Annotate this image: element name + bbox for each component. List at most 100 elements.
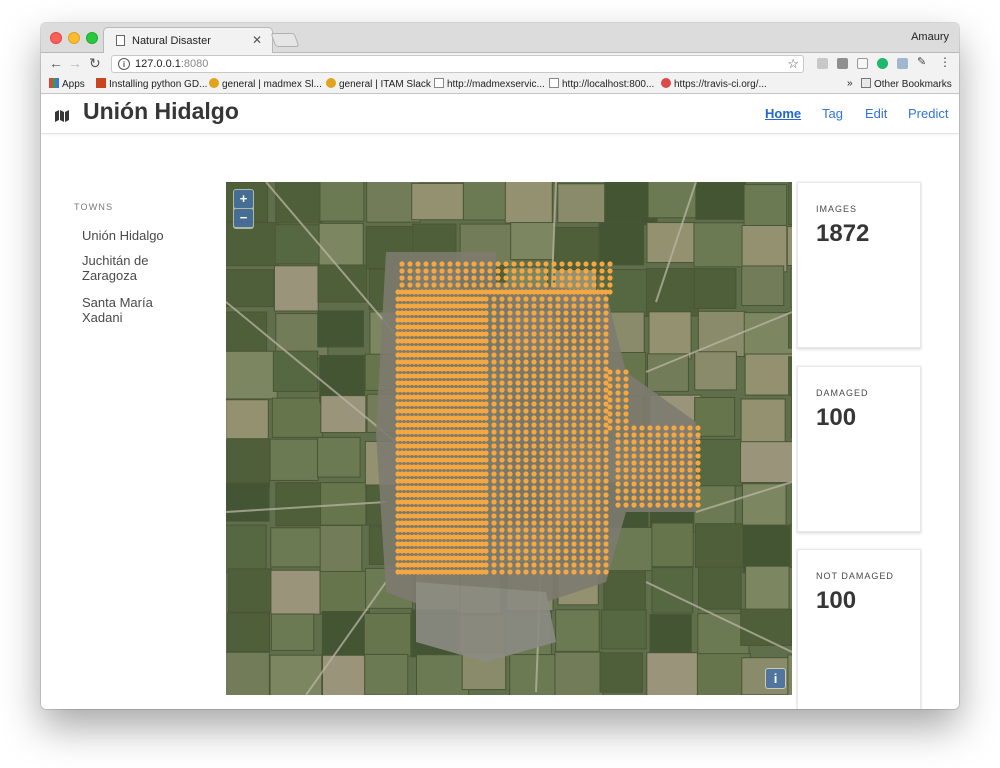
image-marker[interactable] (631, 453, 637, 459)
image-marker[interactable] (547, 366, 553, 372)
image-marker[interactable] (555, 338, 561, 344)
image-marker[interactable] (587, 569, 593, 575)
image-marker[interactable] (623, 495, 629, 501)
image-marker[interactable] (467, 324, 473, 330)
image-marker[interactable] (491, 352, 497, 358)
image-marker[interactable] (563, 513, 569, 519)
image-marker[interactable] (427, 548, 433, 554)
image-marker[interactable] (579, 541, 585, 547)
image-marker[interactable] (475, 352, 481, 358)
image-marker[interactable] (559, 275, 565, 281)
image-marker[interactable] (539, 499, 545, 505)
image-marker[interactable] (395, 506, 401, 512)
image-marker[interactable] (443, 338, 449, 344)
image-marker[interactable] (451, 373, 457, 379)
image-marker[interactable] (607, 383, 613, 389)
image-marker[interactable] (639, 446, 645, 452)
image-marker[interactable] (587, 296, 593, 302)
image-marker[interactable] (595, 436, 601, 442)
image-marker[interactable] (483, 366, 489, 372)
image-marker[interactable] (587, 499, 593, 505)
image-marker[interactable] (631, 425, 637, 431)
image-marker[interactable] (435, 471, 441, 477)
image-marker[interactable] (695, 425, 701, 431)
image-marker[interactable] (431, 261, 437, 267)
image-marker[interactable] (531, 394, 537, 400)
image-marker[interactable] (623, 425, 629, 431)
image-marker[interactable] (595, 331, 601, 337)
image-marker[interactable] (515, 359, 521, 365)
image-marker[interactable] (395, 359, 401, 365)
image-marker[interactable] (499, 324, 505, 330)
image-marker[interactable] (595, 394, 601, 400)
image-marker[interactable] (555, 443, 561, 449)
image-marker[interactable] (639, 425, 645, 431)
image-marker[interactable] (555, 303, 561, 309)
image-marker[interactable] (395, 303, 401, 309)
image-marker[interactable] (539, 345, 545, 351)
image-marker[interactable] (499, 422, 505, 428)
image-marker[interactable] (563, 422, 569, 428)
image-marker[interactable] (495, 268, 501, 274)
image-marker[interactable] (679, 502, 685, 508)
image-marker[interactable] (579, 380, 585, 386)
image-marker[interactable] (411, 443, 417, 449)
image-marker[interactable] (555, 520, 561, 526)
image-marker[interactable] (607, 425, 613, 431)
image-marker[interactable] (531, 443, 537, 449)
image-marker[interactable] (459, 492, 465, 498)
image-marker[interactable] (403, 380, 409, 386)
image-marker[interactable] (535, 268, 541, 274)
image-marker[interactable] (547, 436, 553, 442)
image-marker[interactable] (507, 471, 513, 477)
image-marker[interactable] (451, 541, 457, 547)
image-marker[interactable] (451, 422, 457, 428)
image-marker[interactable] (539, 401, 545, 407)
image-marker[interactable] (435, 408, 441, 414)
image-marker[interactable] (603, 499, 609, 505)
image-marker[interactable] (419, 324, 425, 330)
image-marker[interactable] (587, 555, 593, 561)
image-marker[interactable] (451, 359, 457, 365)
image-marker[interactable] (579, 317, 585, 323)
image-marker[interactable] (687, 425, 693, 431)
image-marker[interactable] (579, 569, 585, 575)
image-marker[interactable] (623, 397, 629, 403)
image-marker[interactable] (555, 555, 561, 561)
image-marker[interactable] (587, 429, 593, 435)
image-marker[interactable] (663, 453, 669, 459)
image-marker[interactable] (427, 492, 433, 498)
image-marker[interactable] (499, 345, 505, 351)
image-marker[interactable] (435, 366, 441, 372)
image-marker[interactable] (411, 408, 417, 414)
image-marker[interactable] (531, 527, 537, 533)
image-marker[interactable] (483, 373, 489, 379)
image-marker[interactable] (491, 310, 497, 316)
image-marker[interactable] (395, 289, 401, 295)
image-marker[interactable] (607, 404, 613, 410)
image-marker[interactable] (411, 541, 417, 547)
image-marker[interactable] (579, 303, 585, 309)
image-marker[interactable] (483, 471, 489, 477)
image-marker[interactable] (563, 436, 569, 442)
image-marker[interactable] (587, 380, 593, 386)
image-marker[interactable] (411, 429, 417, 435)
image-marker[interactable] (419, 520, 425, 526)
image-marker[interactable] (559, 282, 565, 288)
image-marker[interactable] (451, 450, 457, 456)
image-marker[interactable] (519, 289, 525, 295)
address-bar[interactable]: i 127.0.0.1:8080 ☆ (111, 55, 804, 73)
image-marker[interactable] (403, 401, 409, 407)
image-marker[interactable] (539, 373, 545, 379)
image-marker[interactable] (487, 282, 493, 288)
image-marker[interactable] (607, 390, 613, 396)
image-marker[interactable] (515, 352, 521, 358)
image-marker[interactable] (559, 268, 565, 274)
image-marker[interactable] (603, 324, 609, 330)
image-marker[interactable] (507, 548, 513, 554)
image-marker[interactable] (467, 555, 473, 561)
image-marker[interactable] (547, 310, 553, 316)
image-marker[interactable] (483, 548, 489, 554)
image-marker[interactable] (523, 310, 529, 316)
image-marker[interactable] (531, 359, 537, 365)
